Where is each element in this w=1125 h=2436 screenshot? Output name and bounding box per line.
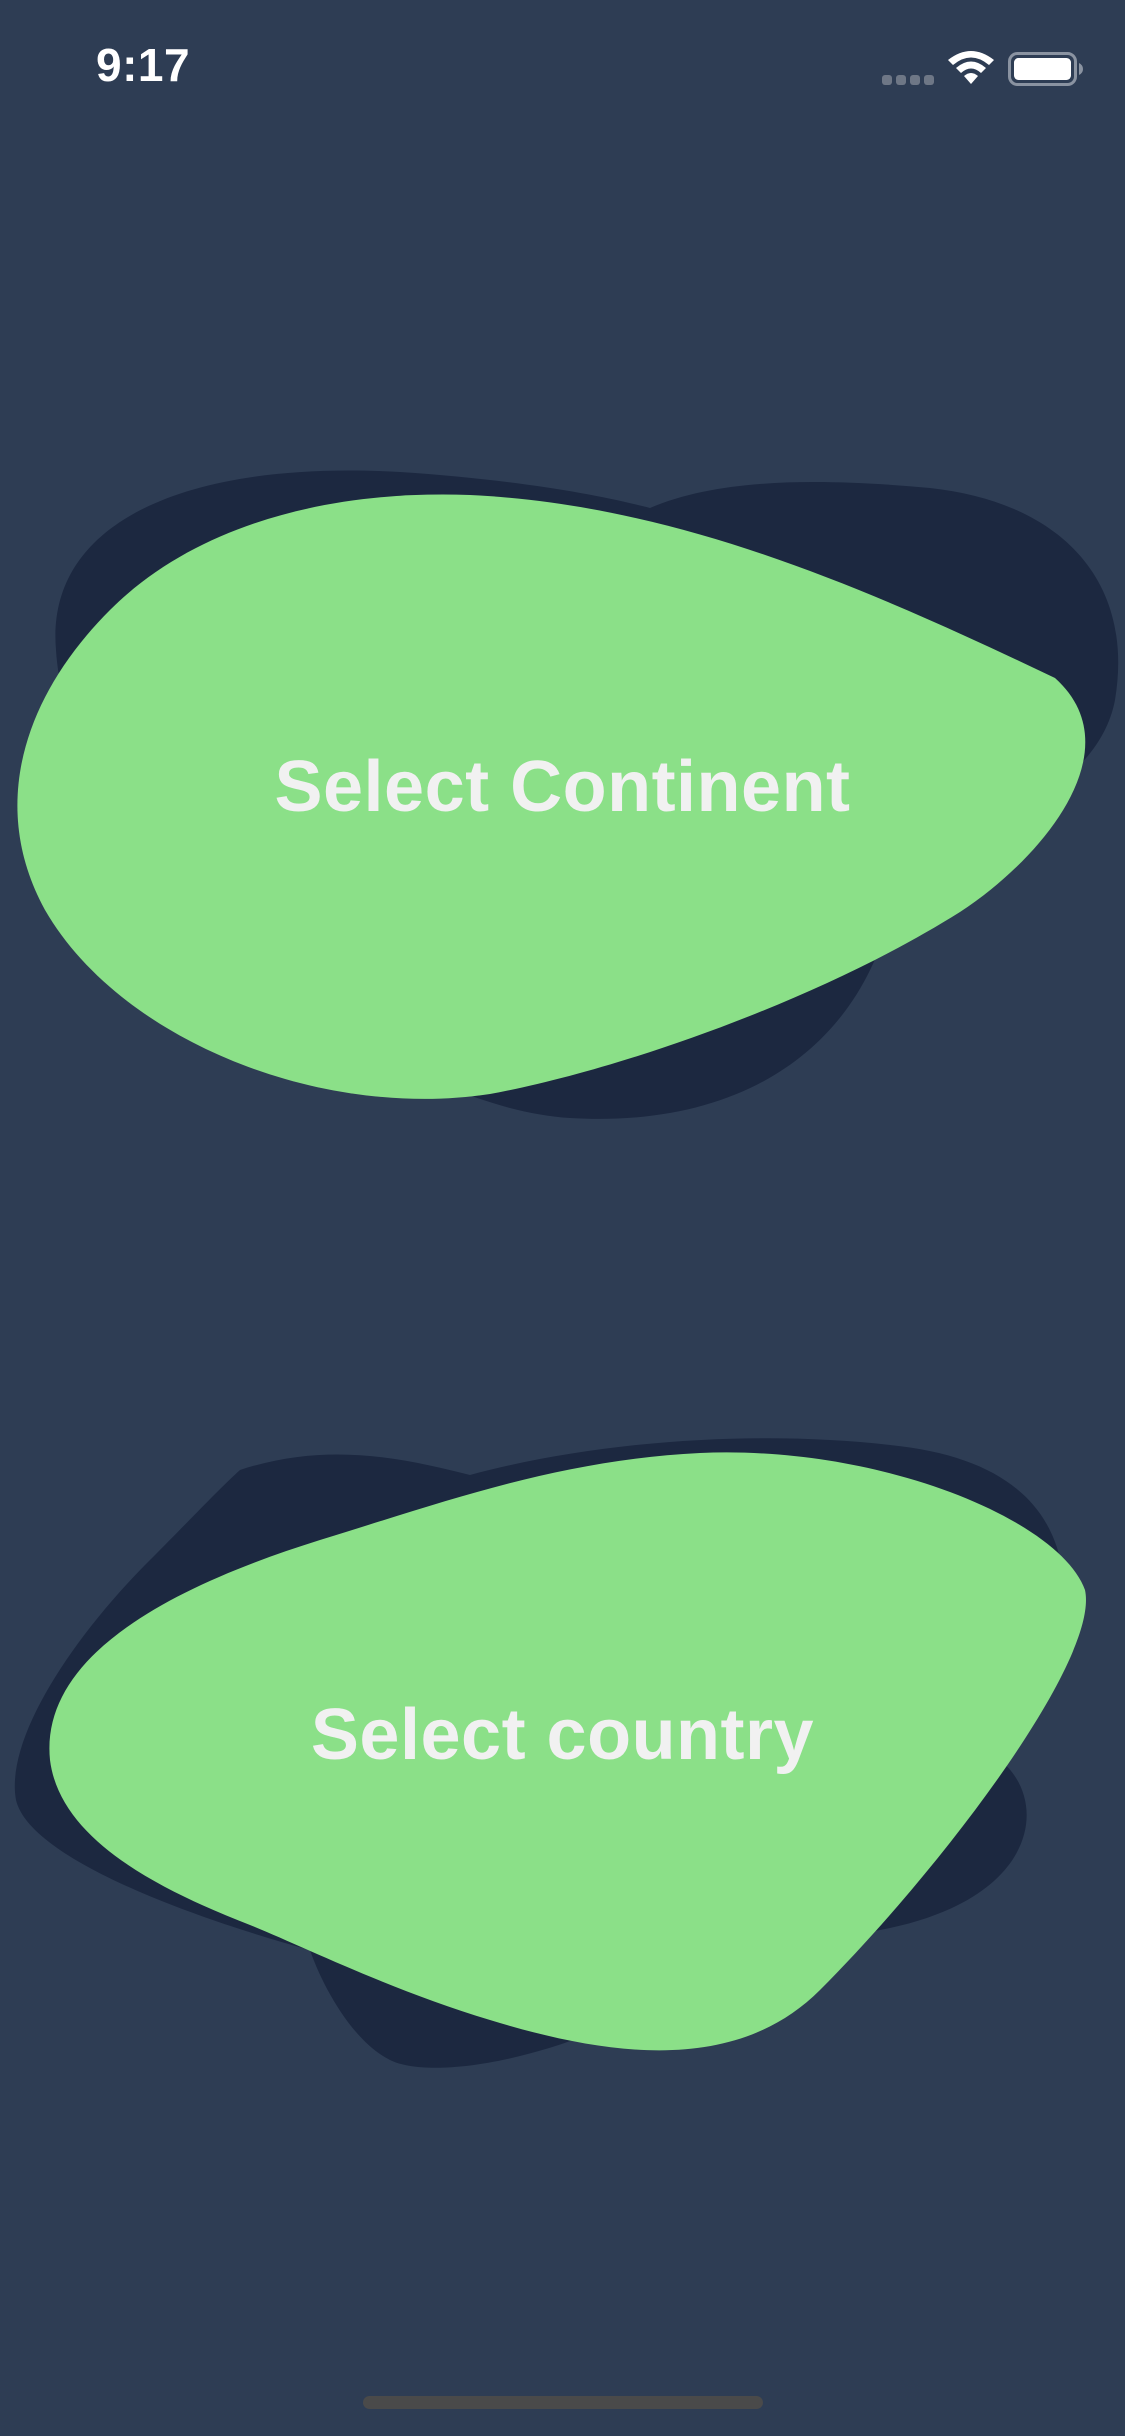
home-indicator[interactable] xyxy=(363,2396,763,2409)
signal-dots-icon xyxy=(882,75,934,85)
wifi-icon xyxy=(948,51,994,84)
select-continent-label: Select Continent xyxy=(274,747,851,827)
battery-icon xyxy=(1008,52,1083,86)
select-continent-button[interactable]: Select Continent xyxy=(0,460,1125,1130)
app-screen: 9:17 Select Continent Select country xyxy=(0,0,1125,2436)
select-country-button[interactable]: Select country xyxy=(0,1430,1125,2090)
select-country-label: Select country xyxy=(310,1695,815,1775)
status-time: 9:17 xyxy=(96,39,191,91)
status-bar: 9:17 xyxy=(0,0,1125,132)
